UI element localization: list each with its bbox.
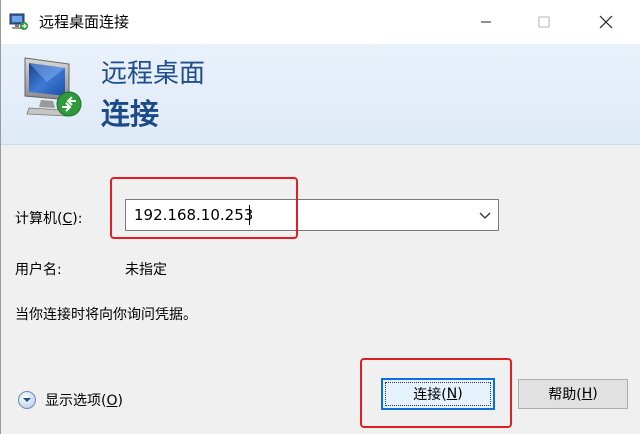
computer-label: 计算机(C): [15,211,83,227]
username-value: 未指定 [125,262,167,278]
computer-input[interactable] [130,200,464,230]
show-options-label[interactable]: 显示选项(O) [45,390,123,410]
header-banner: 远程桌面 连接 [1,44,640,145]
remote-desktop-monitor-icon [24,57,82,117]
banner-title-line1: 远程桌面 [101,59,206,89]
maximize-icon [538,16,550,28]
minimize-button[interactable] [463,0,509,44]
maximize-button[interactable] [521,0,567,44]
connect-button[interactable]: 连接(N) [381,378,495,410]
show-options-toggle[interactable]: 显示选项(O) [17,390,123,410]
title-bar[interactable]: 远程桌面连接 [1,0,640,44]
username-label: 用户名: [15,262,62,278]
expand-options-icon[interactable] [17,390,37,410]
text-caret [249,205,250,225]
remote-desktop-app-icon [9,13,28,30]
remote-desktop-window: 远程桌面连接 远程桌面 连接 计算机(C): 192.168.10.253 用户… [0,0,640,434]
chevron-down-icon[interactable] [476,206,494,224]
close-icon [599,15,613,29]
credentials-note: 当你连接时将向你询问凭据。 [15,307,197,323]
minimize-icon [481,21,491,23]
computer-combobox[interactable] [125,199,499,231]
banner-title-line2: 连接 [101,97,160,131]
close-button[interactable] [583,0,629,44]
help-button[interactable]: 帮助(H) [518,379,628,409]
window-title: 远程桌面连接 [39,13,130,31]
